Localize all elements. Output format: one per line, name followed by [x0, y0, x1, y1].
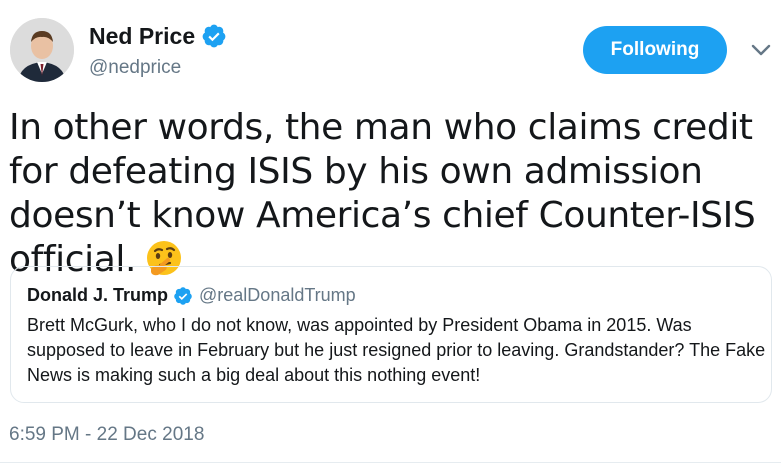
quoted-tweet-text: Brett McGurk, who I do not know, was app… [27, 315, 766, 385]
following-button[interactable]: Following [583, 26, 727, 74]
avatar[interactable] [10, 18, 74, 82]
quoted-tweet-header: Donald J. Trump @realDonaldTrump [27, 285, 356, 306]
verified-badge-icon [202, 24, 226, 48]
tweet-body: In other words, the man who claims credi… [9, 107, 756, 280]
quoted-tweet[interactable]: Donald J. Trump @realDonaldTrump Brett M… [10, 266, 772, 403]
tweet-card: Ned Price @nedprice Following In other w… [0, 0, 781, 465]
author-name[interactable]: Ned Price [89, 22, 195, 50]
verified-badge-icon [174, 286, 192, 305]
divider [0, 462, 781, 463]
chevron-down-icon[interactable] [750, 42, 772, 58]
author-handle[interactable]: @nedprice [89, 56, 181, 80]
quoted-author-handle: @realDonaldTrump [199, 285, 356, 305]
avatar-image [10, 18, 74, 82]
author-name-row: Ned Price [89, 22, 227, 50]
tweet-text: In other words, the man who claims credi… [9, 106, 779, 282]
quoted-author-name: Donald J. Trump [27, 285, 169, 305]
tweet-timestamp[interactable]: 6:59 PM - 22 Dec 2018 [9, 424, 204, 446]
